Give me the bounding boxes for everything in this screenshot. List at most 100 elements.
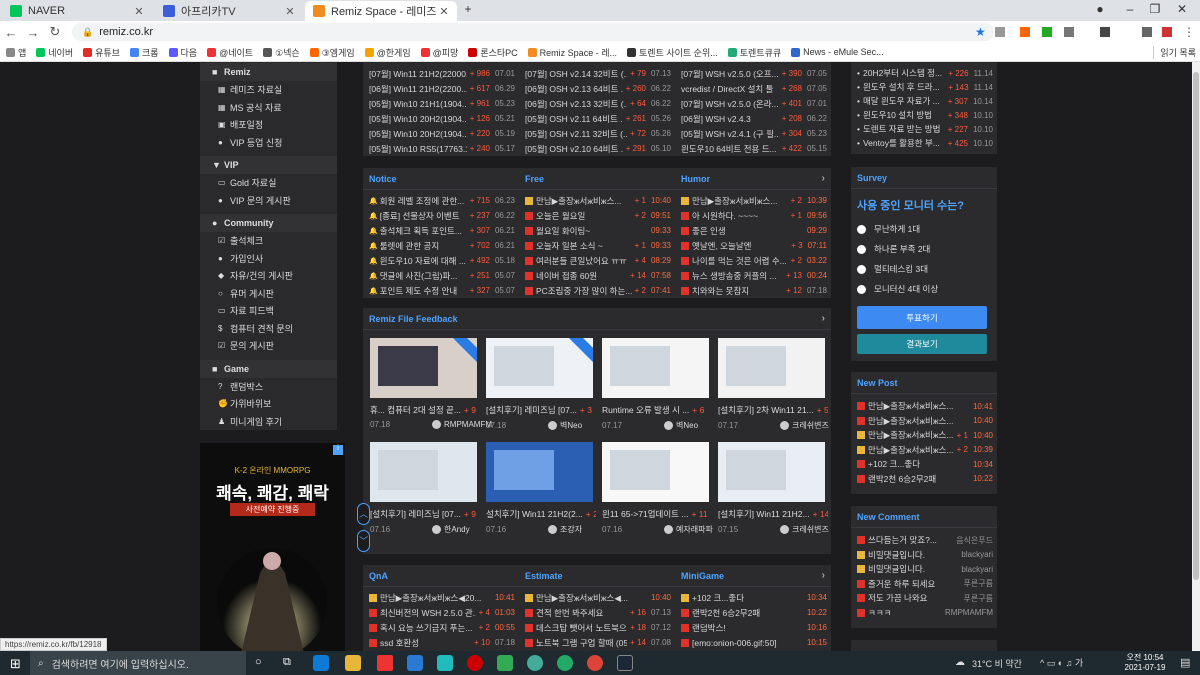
- list-item[interactable]: 나이를 먹는 것은 어렵 수... + 2 03:22: [681, 253, 827, 268]
- tab-afreecatv[interactable]: 아프리카TV ✕: [155, 1, 303, 21]
- vote-button[interactable]: 투표하기: [857, 306, 987, 329]
- app-icon[interactable]: [557, 655, 573, 671]
- menu-icon[interactable]: ⋮: [1183, 25, 1195, 39]
- board-header[interactable]: QnA: [363, 565, 519, 587]
- feedback-caption[interactable]: 휴... 컴퓨터 2대 설정 끝... + 9: [370, 404, 480, 416]
- clock-date[interactable]: 2021-07-19: [1120, 663, 1170, 672]
- list-item[interactable]: 만남▶출장ж서ж비ж스◀... 10:40: [525, 590, 671, 605]
- bookmark-item[interactable]: 론스타PC: [468, 46, 518, 59]
- app-icon[interactable]: [527, 655, 543, 671]
- feedback-caption[interactable]: [설치후기] 레미즈님 [07... + 9: [370, 508, 480, 520]
- file-explorer-icon[interactable]: [345, 655, 361, 671]
- sidebar-item[interactable]: ☑ 출석체크: [200, 232, 337, 250]
- board-header[interactable]: MiniGame ›: [675, 565, 831, 587]
- notification-icon[interactable]: ▤: [1180, 656, 1190, 669]
- app-icon[interactable]: [437, 655, 453, 671]
- page-scrollbar[interactable]: [1192, 62, 1200, 651]
- username[interactable]: RMPMAMFM: [444, 420, 492, 429]
- list-item[interactable]: vcredist / DirectX 설치 툴 + 268 07.05: [681, 81, 827, 96]
- radio-button[interactable]: [857, 244, 866, 254]
- feedback-thumbnail[interactable]: [602, 442, 709, 502]
- list-item[interactable]: 견적 한번 봐주세요 + 16 07.13: [525, 605, 671, 620]
- feedback-thumbnail[interactable]: [370, 442, 477, 502]
- sidebar-item[interactable]: ▭ 자료 피드백: [200, 302, 337, 320]
- chevron-right-icon[interactable]: ›: [822, 313, 825, 324]
- list-item[interactable]: 네이버 접종 60원 + 14 07:58: [525, 268, 671, 283]
- task-view-icon[interactable]: ⧉: [283, 656, 291, 669]
- list-item[interactable]: 비밀댓글입니다. blackyari: [857, 562, 993, 577]
- list-item[interactable]: 월요일 화이팅~ 09:33: [525, 223, 671, 238]
- survey-option[interactable]: 무난하게 1대: [851, 219, 997, 239]
- list-item[interactable]: [06월] Win11 21H2(2200... + 617 06.29: [369, 81, 515, 96]
- list-item[interactable]: [05월] Win10 20H2(1904... + 220 05.19: [369, 126, 515, 141]
- new-tab-button[interactable]: +: [458, 2, 478, 16]
- list-item[interactable]: 즐거운 하루 되세요 푸른구름: [857, 577, 993, 592]
- list-item[interactable]: • Ventoy를 활용한 부... + 425 10.10: [857, 136, 993, 150]
- list-item[interactable]: 만남▶출장ж서ж비ж스... + 2 10:39: [681, 193, 827, 208]
- list-item[interactable]: 🔔 회원 레벨 조정에 관한... + 715 06.23: [369, 193, 515, 208]
- list-item[interactable]: +102 크...좋다 10:34: [857, 457, 993, 472]
- scrollbar-thumb[interactable]: [1193, 72, 1199, 580]
- bookmark-item[interactable]: 크롬: [129, 46, 159, 59]
- username[interactable]: 한Andy: [444, 525, 470, 534]
- chrome-icon[interactable]: [587, 655, 603, 671]
- list-item[interactable]: [05월] Win10 21H1(1904... + 961 05.23: [369, 96, 515, 111]
- list-item[interactable]: 🔔 포인트 제도 수정 안내 + 327 05.07: [369, 283, 515, 298]
- close-icon[interactable]: ✕: [132, 5, 146, 18]
- list-item[interactable]: [07월] Win11 21H2(22000... + 986 07.01: [369, 66, 515, 81]
- bookmark-item[interactable]: @네이트: [207, 46, 253, 59]
- feedback-caption[interactable]: Runtime 오류 발생 시 ... + 6: [602, 404, 712, 416]
- feedback-caption[interactable]: [설치후기] Win11 21H2... + 14: [718, 508, 828, 520]
- list-item[interactable]: 🔔 룰렛에 관한 공지 + 702 06.21: [369, 238, 515, 253]
- username[interactable]: 크레쉬변즈: [792, 421, 829, 430]
- weather-text[interactable]: 31°C 비 약간: [972, 657, 1022, 670]
- list-item[interactable]: [07월] OSH v2.14 32비트 (... + 79 07.13: [525, 66, 671, 81]
- list-item[interactable]: 여러분들 큰일났어요 ㅠㅠ + 4 08:29: [525, 253, 671, 268]
- sidebar-item[interactable]: ● 가입인사: [200, 250, 337, 268]
- feedback-thumbnail[interactable]: [602, 338, 709, 398]
- bookmark-item[interactable]: News - eMule Sec...: [791, 47, 884, 57]
- feedback-thumbnail[interactable]: [486, 338, 593, 398]
- tab-remiz[interactable]: Remiz Space - 레미즈 ✕: [305, 1, 457, 21]
- chevron-right-icon[interactable]: ›: [822, 570, 825, 581]
- board-header[interactable]: Free: [519, 168, 675, 190]
- list-item[interactable]: [06월] OSH v2.13 64비트 ... + 260 06.22: [525, 81, 671, 96]
- radio-button[interactable]: [857, 284, 866, 294]
- bookmark-item[interactable]: 토렌트큐큐: [727, 46, 781, 59]
- list-item[interactable]: • 도렌트 자료 받는 방법 + 227 10.10: [857, 122, 993, 136]
- extension-icon[interactable]: [1042, 27, 1052, 37]
- close-icon[interactable]: ✕: [437, 5, 451, 18]
- list-item[interactable]: 아 시원하다. ~~~~ + 1 09:56: [681, 208, 827, 223]
- feedback-caption[interactable]: 설치후기] Win11 21H2(2... + 2: [486, 508, 596, 520]
- list-item[interactable]: • 윈도우10 설치 방법 + 348 10.10: [857, 108, 993, 122]
- list-item[interactable]: 만남▶출장ж서ж비ж스◀20... 10:41: [369, 590, 515, 605]
- list-item[interactable]: • 윈도우 설치 후 드라... + 143 11.14: [857, 80, 993, 94]
- list-item[interactable]: [05월] Win10 RS5(17763.1... + 240 05.17: [369, 141, 515, 156]
- list-item[interactable]: 랜덤박스! 10:16: [681, 620, 827, 635]
- bookmark-item[interactable]: 네이버: [36, 46, 73, 59]
- chevron-right-icon[interactable]: ›: [822, 173, 825, 184]
- radio-button[interactable]: [857, 224, 866, 234]
- feedback-caption[interactable]: [설치후기] 레미즈님 [07... + 3: [486, 404, 596, 416]
- weather-icon[interactable]: ☁: [955, 657, 965, 668]
- window-close-button[interactable]: ✕: [1172, 2, 1192, 16]
- minimize-button[interactable]: –: [1120, 2, 1140, 16]
- scroll-down-button[interactable]: ﹀: [357, 530, 370, 552]
- sidebar-item[interactable]: ♟ 미니게임 후기: [200, 413, 337, 431]
- board-header[interactable]: Humor ›: [675, 168, 831, 190]
- list-item[interactable]: 저도 가끔 나와요 푸른구름: [857, 591, 993, 606]
- bookmark-item[interactable]: @한게임: [364, 46, 411, 59]
- username[interactable]: 예자래파파: [676, 525, 713, 534]
- feedback-thumbnail[interactable]: [486, 442, 593, 502]
- bookmark-item[interactable]: ③엠게임: [309, 46, 355, 59]
- list-item[interactable]: 🔔 출석체크 획득 포인트... + 307 06.21: [369, 223, 515, 238]
- close-icon[interactable]: ✕: [283, 5, 297, 18]
- username[interactable]: 조강자: [560, 525, 582, 534]
- app-icon[interactable]: [467, 655, 483, 671]
- radio-button[interactable]: [857, 264, 866, 274]
- sidebar-item[interactable]: ▦ MS 공식 자료: [200, 99, 337, 117]
- feedback-caption[interactable]: [설치후기] 2차 Win11 21... + 5: [718, 404, 828, 416]
- list-item[interactable]: • 20H2부터 시스템 정... + 226 11.14: [857, 66, 993, 80]
- list-item[interactable]: 만남▶출장ж서ж비ж스... 10:40: [857, 414, 993, 429]
- bookmark-item[interactable]: 다음: [168, 46, 197, 59]
